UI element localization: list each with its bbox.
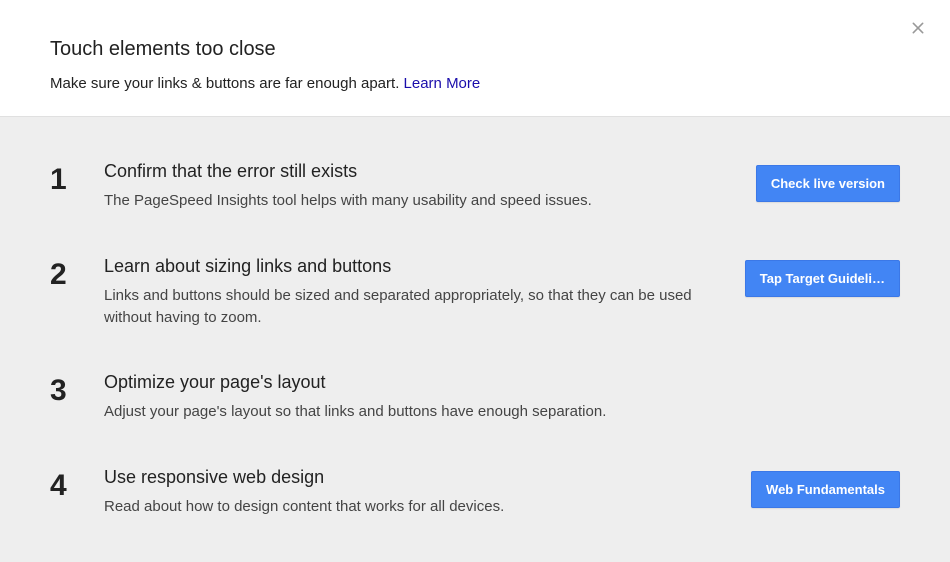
step-row: 4 Use responsive web design Read about h… <box>50 445 900 540</box>
step-body: Confirm that the error still exists The … <box>104 161 730 212</box>
check-live-version-button[interactable]: Check live version <box>756 165 900 202</box>
header: Touch elements too close Make sure your … <box>0 0 950 116</box>
web-fundamentals-button[interactable]: Web Fundamentals <box>751 471 900 508</box>
step-desc: Links and buttons should be sized and se… <box>104 285 710 329</box>
step-action <box>730 372 900 376</box>
steps-container: 1 Confirm that the error still exists Th… <box>0 116 950 562</box>
step-title: Optimize your page's layout <box>104 372 710 393</box>
step-body: Learn about sizing links and buttons Lin… <box>104 256 730 329</box>
step-row: 2 Learn about sizing links and buttons L… <box>50 234 900 351</box>
step-row: 1 Confirm that the error still exists Th… <box>50 139 900 234</box>
subtitle-text: Make sure your links & buttons are far e… <box>50 75 404 92</box>
close-button[interactable] <box>908 18 928 38</box>
step-body: Optimize your page's layout Adjust your … <box>104 372 730 423</box>
step-row: 3 Optimize your page's layout Adjust you… <box>50 350 900 445</box>
step-desc: The PageSpeed Insights tool helps with m… <box>104 190 710 212</box>
step-title: Confirm that the error still exists <box>104 161 710 182</box>
step-number: 2 <box>50 256 104 291</box>
tap-target-guidelines-button[interactable]: Tap Target Guideli… <box>745 260 900 297</box>
step-action: Check live version <box>730 161 900 202</box>
step-number: 3 <box>50 372 104 407</box>
step-action: Tap Target Guideli… <box>730 256 900 297</box>
close-icon <box>910 20 926 36</box>
step-title: Use responsive web design <box>104 467 710 488</box>
page-subtitle: Make sure your links & buttons are far e… <box>50 75 900 92</box>
step-desc: Adjust your page's layout so that links … <box>104 401 710 423</box>
step-desc: Read about how to design content that wo… <box>104 496 710 518</box>
step-title: Learn about sizing links and buttons <box>104 256 710 277</box>
step-number: 1 <box>50 161 104 196</box>
learn-more-link[interactable]: Learn More <box>404 75 481 92</box>
step-action: Web Fundamentals <box>730 467 900 508</box>
step-number: 4 <box>50 467 104 502</box>
step-body: Use responsive web design Read about how… <box>104 467 730 518</box>
page-title: Touch elements too close <box>50 38 900 61</box>
